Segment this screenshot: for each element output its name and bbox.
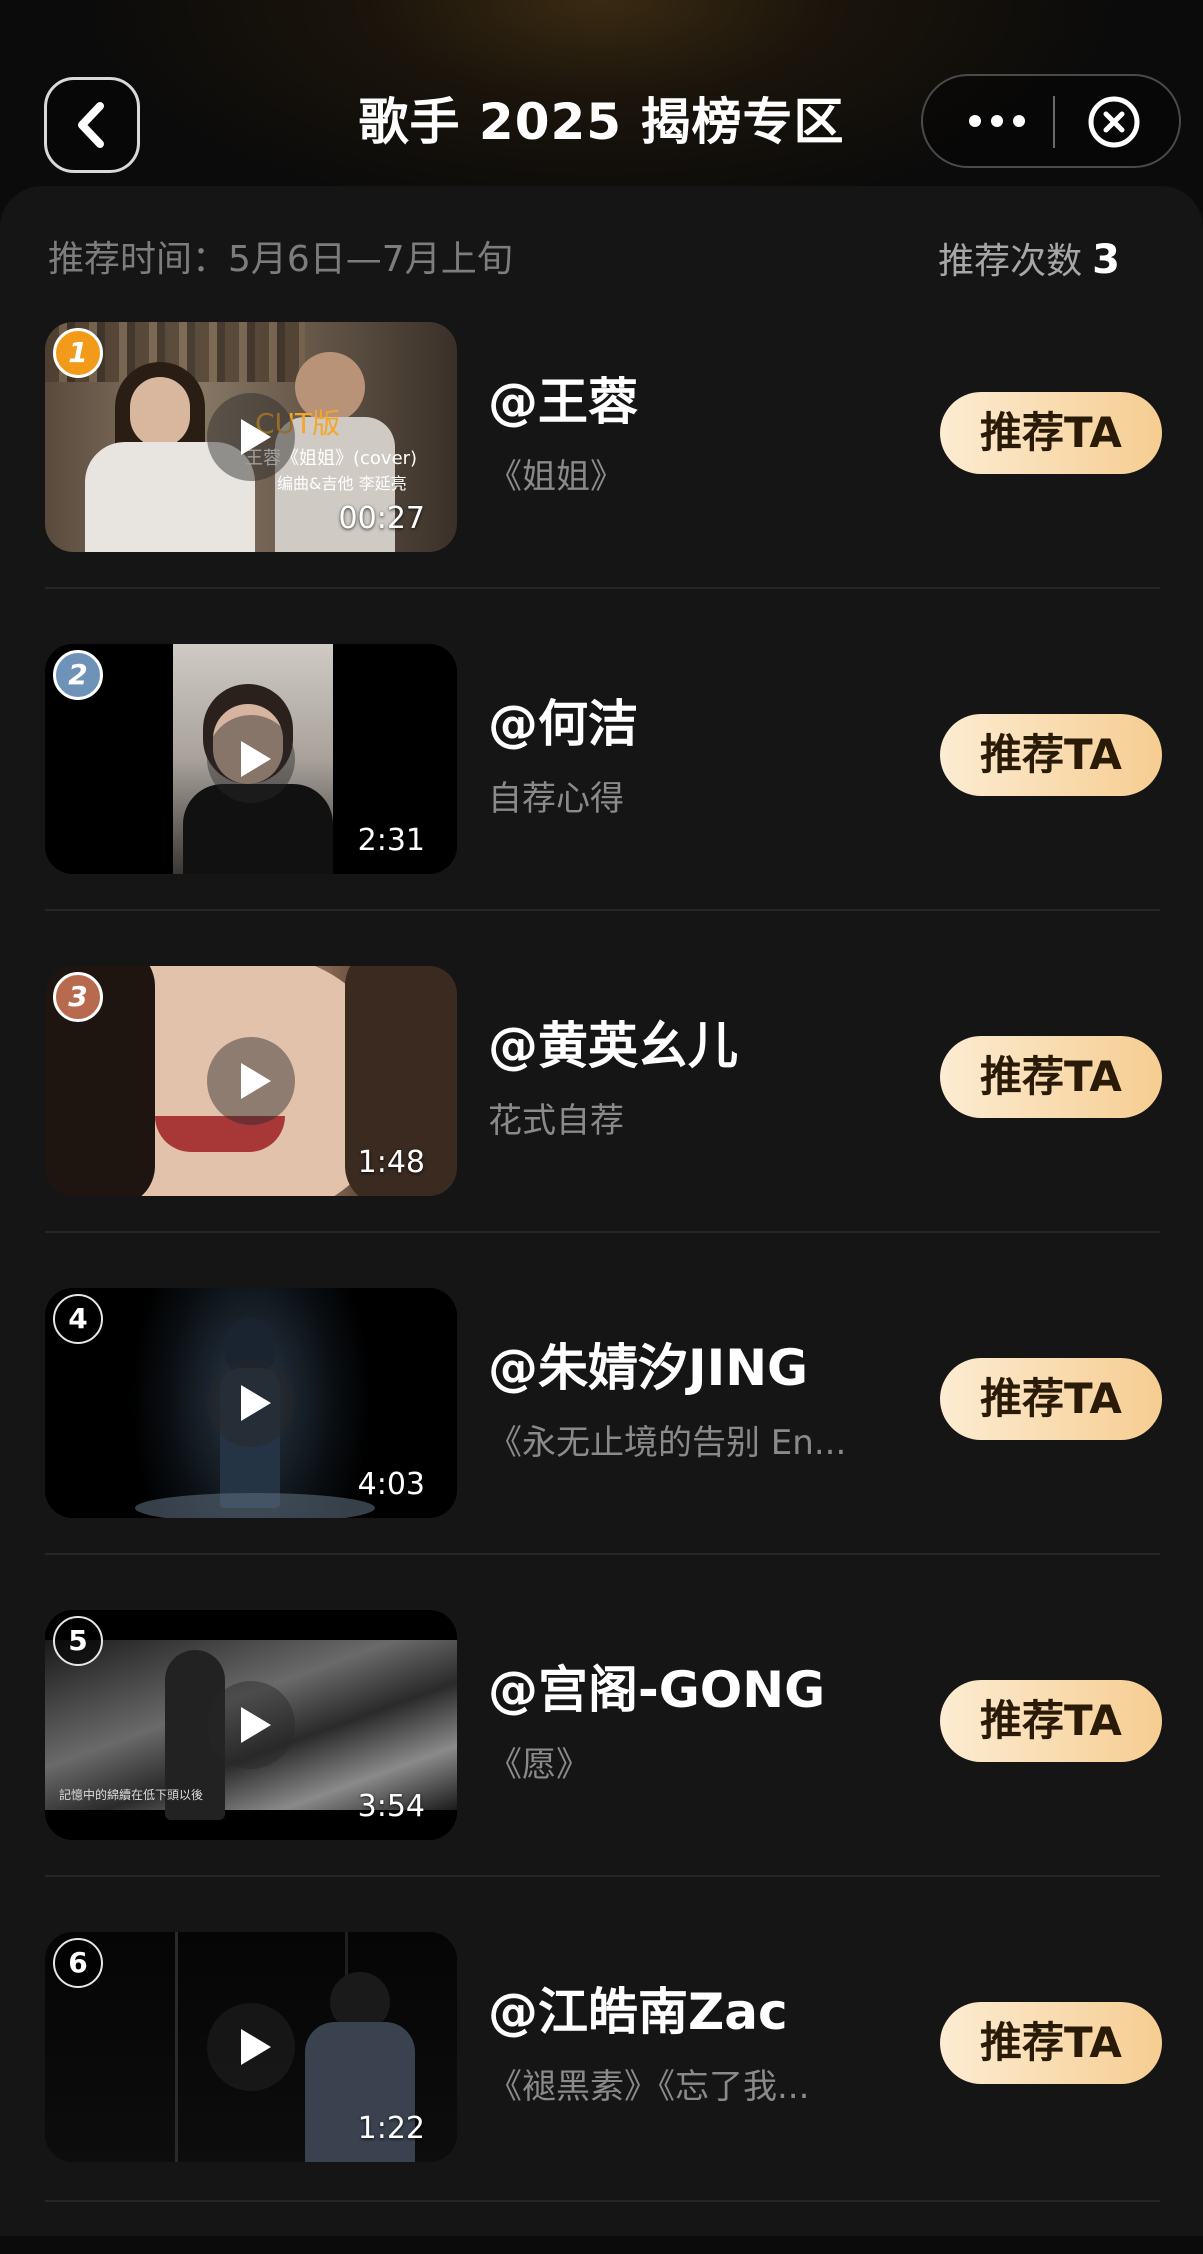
- list-item: 2:31 2 @何洁 自荐心得 推荐TA: [0, 644, 1203, 966]
- play-icon: [207, 2003, 295, 2091]
- play-icon: [207, 1037, 295, 1125]
- video-duration: 4:03: [357, 1467, 425, 1502]
- artist-name[interactable]: @朱婧汐JING: [488, 1336, 808, 1400]
- row-divider: [45, 1875, 1160, 1877]
- mini-program-capsule: [921, 74, 1181, 168]
- list-item: 1:22 6 @江皓南Zac 《褪黑素》《忘了我... 推荐TA: [0, 1932, 1203, 2254]
- artist-name[interactable]: @王蓉: [488, 370, 638, 434]
- recommend-button[interactable]: 推荐TA: [940, 1680, 1162, 1762]
- video-description: 花式自荐: [488, 1101, 624, 1141]
- back-button[interactable]: [44, 77, 140, 173]
- row-divider: [45, 2200, 1160, 2202]
- song-title: 《褪黑素》《忘了我...: [488, 2067, 810, 2107]
- recommend-button[interactable]: 推荐TA: [940, 1036, 1162, 1118]
- video-thumbnail[interactable]: 2:31 2: [45, 644, 457, 874]
- video-description: 自荐心得: [488, 779, 624, 819]
- row-divider: [45, 587, 1160, 589]
- chevron-left-icon: [78, 102, 104, 148]
- recommend-count: 推荐次数 3: [900, 232, 1120, 290]
- video-thumbnail[interactable]: 記憶中的綿續在低下頭以後 3:54 5: [45, 1610, 457, 1840]
- rank-badge: 3: [53, 972, 103, 1022]
- recommend-count-label: 推荐次数: [938, 241, 1083, 282]
- song-title: 《永无止境的告别 En...: [488, 1423, 847, 1463]
- video-thumbnail[interactable]: 1:22 6: [45, 1932, 457, 2162]
- rank-badge: 5: [53, 1616, 103, 1666]
- video-duration: 1:22: [357, 2111, 425, 2146]
- artist-name[interactable]: @何洁: [488, 692, 638, 756]
- recommend-button[interactable]: 推荐TA: [940, 392, 1162, 474]
- song-title: 《愿》: [488, 1745, 590, 1785]
- video-duration: 2:31: [357, 823, 425, 858]
- more-dots-icon[interactable]: [953, 76, 1041, 166]
- thumbnail-credit: 编曲&吉他 李延亮: [277, 474, 407, 493]
- video-thumbnail[interactable]: 1:48 3: [45, 966, 457, 1196]
- rank-badge: 1: [53, 328, 103, 378]
- artist-name[interactable]: @宫阁-GONG: [488, 1658, 825, 1722]
- recommend-button[interactable]: 推荐TA: [940, 1358, 1162, 1440]
- artist-name[interactable]: @江皓南Zac: [488, 1980, 788, 2044]
- recommend-button[interactable]: 推荐TA: [940, 714, 1162, 796]
- capsule-divider: [1053, 96, 1055, 148]
- list-item: 1:48 3 @黄英幺儿 花式自荐 推荐TA: [0, 966, 1203, 1288]
- thumbnail-caption: 記憶中的綿續在低下頭以後: [59, 1788, 204, 1802]
- rank-badge: 4: [53, 1294, 103, 1344]
- rank-badge: 2: [53, 650, 103, 700]
- recommend-count-value: 3: [1092, 237, 1120, 283]
- row-divider: [45, 1553, 1160, 1555]
- page-title: 歌手 2025 揭榜专区: [358, 93, 845, 151]
- video-thumbnail[interactable]: CUT版 王蓉《姐姐》(cover) 编曲&吉他 李延亮 00:27 1: [45, 322, 457, 552]
- play-icon: [207, 393, 295, 481]
- song-title: 《姐姐》: [488, 457, 624, 497]
- video-duration: 00:27: [338, 501, 425, 536]
- play-icon: [207, 715, 295, 803]
- close-circle-icon[interactable]: [1087, 95, 1141, 149]
- artist-name[interactable]: @黄英幺儿: [488, 1014, 738, 1078]
- list-item: CUT版 王蓉《姐姐》(cover) 编曲&吉他 李延亮 00:27 1 @王蓉…: [0, 322, 1203, 644]
- rank-badge: 6: [53, 1938, 103, 1988]
- row-divider: [45, 1231, 1160, 1233]
- recommend-period: 推荐时间：5月6日—7月上旬: [48, 239, 513, 280]
- recommend-button[interactable]: 推荐TA: [940, 2002, 1162, 2084]
- list-item: 4:03 4 @朱婧汐JING 《永无止境的告别 En... 推荐TA: [0, 1288, 1203, 1610]
- video-thumbnail[interactable]: 4:03 4: [45, 1288, 457, 1518]
- video-duration: 1:48: [357, 1145, 425, 1180]
- video-duration: 3:54: [357, 1789, 425, 1824]
- list-item: 記憶中的綿續在低下頭以後 3:54 5 @宫阁-GONG 《愿》 推荐TA: [0, 1610, 1203, 1932]
- play-icon: [207, 1359, 295, 1447]
- row-divider: [45, 909, 1160, 911]
- play-icon: [207, 1681, 295, 1769]
